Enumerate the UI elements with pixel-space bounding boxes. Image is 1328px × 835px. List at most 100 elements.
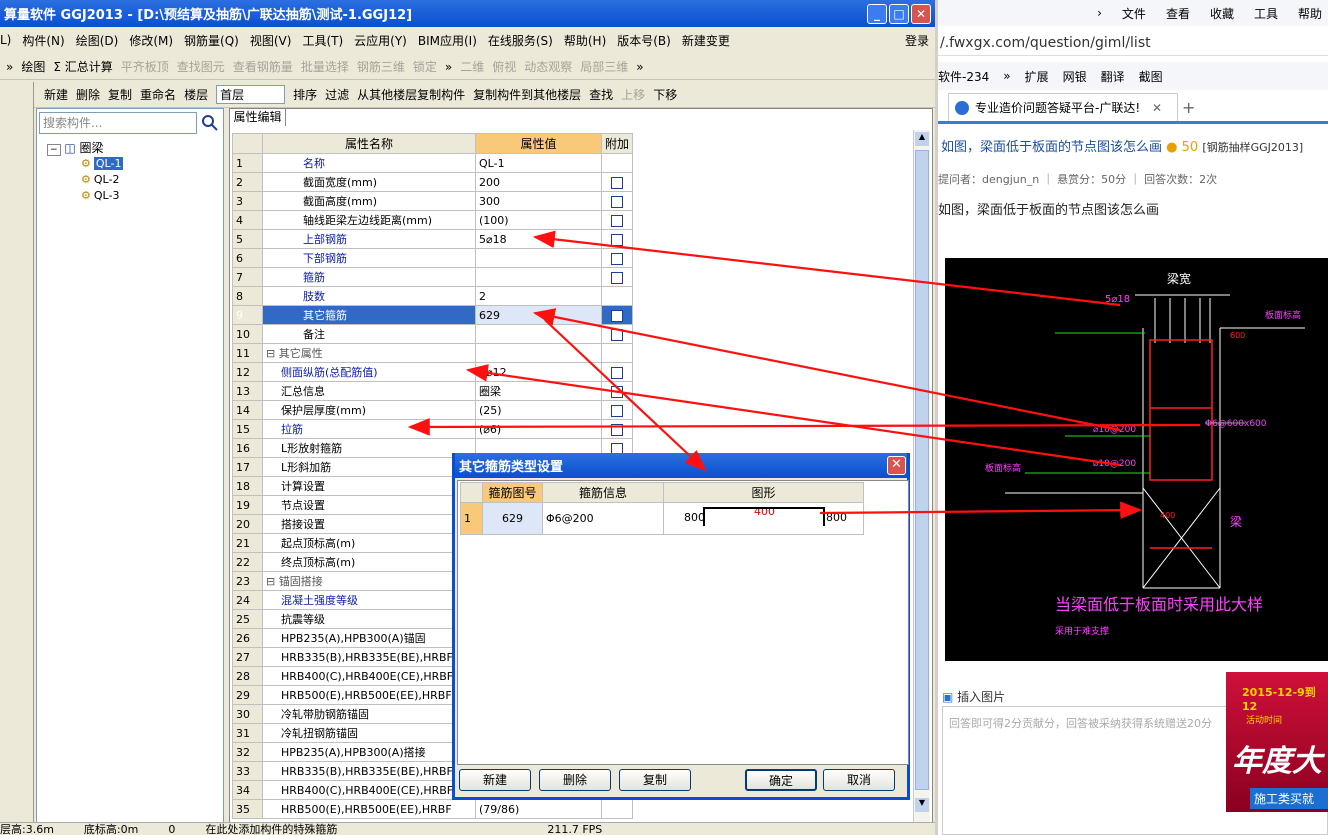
copy-button[interactable]: 复制 [619,769,691,791]
promo-banner[interactable]: 2015-12-9到12 活动时间 年度大 施工类买就 [1226,672,1328,812]
scroll-down-icon[interactable]: ▼ [915,798,929,812]
browser-toolbar-item[interactable]: 扩展 [1025,68,1049,85]
dialog-close-icon[interactable]: ✕ [887,456,906,475]
toolbar-button[interactable]: » [6,60,13,74]
property-row[interactable]: 7 箍筋 [232,267,633,287]
toolbar-button[interactable]: 动态观察 [524,58,572,75]
toolbar-button[interactable]: 从其他楼层复制构件 [357,86,465,103]
property-value[interactable]: (100) [475,210,602,230]
browser-toolbar-item[interactable]: 网银 [1063,68,1087,85]
property-value[interactable]: 200 [475,172,602,192]
property-value[interactable]: (25) [475,400,602,420]
tab-close-icon[interactable]: ✕ [1152,101,1162,115]
menu-item[interactable]: L) [0,33,11,47]
menu-item[interactable]: 帮助(H) [564,32,606,49]
toolbar-button[interactable]: » [445,60,452,74]
property-value[interactable]: QL-1 [475,153,602,173]
stirrup-row[interactable]: 1 629 Φ6@200 800 400 800 [460,502,864,535]
menu-item[interactable]: 修改(M) [129,32,173,49]
stirrup-shape[interactable]: 800 400 800 [663,502,864,535]
stirrup-info[interactable]: Φ6@200 [542,502,664,535]
extra-cell[interactable] [601,229,633,249]
cancel-button[interactable]: 取消 [823,769,895,791]
toolbar-button[interactable]: 查找 [589,86,613,103]
toolbar-button[interactable]: 绘图 [21,58,45,75]
property-row[interactable]: 15 拉筋 (⌀6) [232,419,633,439]
property-row[interactable]: 13 汇总信息 圈梁 [232,381,633,401]
extra-cell[interactable] [601,305,633,325]
checkbox[interactable] [611,404,623,417]
extra-cell[interactable] [601,362,633,382]
menu-item[interactable]: BIM应用(I) [418,32,477,49]
property-row[interactable]: 6 下部钢筋 [232,248,633,268]
toolbar-button[interactable]: 复制构件到其他楼层 [473,86,581,103]
search-icon[interactable] [199,112,221,134]
menu-item[interactable]: 版本号(B) [617,32,671,49]
property-row[interactable]: 11 ⊟ 其它属性 [232,343,633,363]
checkbox[interactable] [611,366,623,379]
maximize-button[interactable]: □ [889,4,909,24]
toolbar-button[interactable]: 过滤 [325,86,349,103]
extra-cell[interactable] [601,191,633,211]
scroll-up-icon[interactable]: ▲ [915,132,929,146]
toolbar-button[interactable]: 删除 [76,86,100,103]
new-tab-icon[interactable]: + [1182,98,1195,117]
browser-menu-item[interactable]: 查看 [1166,5,1190,22]
toolbar-button[interactable]: 批量选择 [301,58,349,75]
browser-toolbar-item[interactable]: » [1003,69,1010,83]
property-row[interactable]: 4 轴线距梁左边线距离(mm) (100) [232,210,633,230]
property-row[interactable]: 2 截面宽度(mm) 200 [232,172,633,192]
menu-item[interactable]: 绘图(D) [76,32,119,49]
tree-root[interactable]: − ◫ 圈梁 [47,139,104,156]
tree-item[interactable]: ⚙ QL-1 [81,156,124,172]
property-value[interactable] [475,343,602,363]
browser-toolbar-item[interactable]: 翻译 [1101,68,1125,85]
menu-item[interactable]: 登录 [905,32,929,49]
delete-button[interactable]: 删除 [539,769,611,791]
vertical-scrollbar[interactable]: ▲ ▼ [913,130,930,825]
menu-item[interactable]: 视图(V) [250,32,292,49]
toolbar-button[interactable]: » [636,60,643,74]
menu-item[interactable]: 构件(N) [22,32,64,49]
property-value[interactable] [475,267,602,287]
property-value[interactable]: 300 [475,191,602,211]
question-tag[interactable]: [钢筋抽样GGJ2013] [1202,141,1303,154]
browser-toolbar-item[interactable]: 截图 [1139,68,1163,85]
browser-menu-item[interactable]: 工具 [1254,5,1278,22]
browser-toolbar-item[interactable]: 软件-234 [938,68,989,85]
property-row[interactable]: 12 侧面纵筋(总配筋值) 8⌀12 [232,362,633,382]
nav-arrow-icon[interactable]: › [1097,6,1102,20]
minimize-button[interactable]: _ [867,4,887,24]
close-button[interactable]: ✕ [911,4,931,24]
checkbox[interactable] [611,233,623,246]
extra-cell[interactable] [601,400,633,420]
checkbox[interactable] [611,176,623,189]
checkbox[interactable] [611,309,623,322]
menu-item[interactable]: 新建变更 [682,32,730,49]
toolbar-button[interactable]: 重命名 [140,86,176,103]
browser-menu-item[interactable]: 文件 [1122,5,1146,22]
extra-cell[interactable] [601,324,633,344]
tree-item[interactable]: ⚙ QL-2 [81,172,123,188]
toolbar-button[interactable]: 楼层 [184,86,208,103]
property-value[interactable]: (⌀6) [475,419,602,439]
checkbox[interactable] [611,271,623,284]
extra-cell[interactable] [601,210,633,230]
extra-cell[interactable] [601,381,633,401]
toolbar-button[interactable]: Σ 汇总计算 [53,58,112,75]
property-value[interactable]: 2 [475,286,602,306]
toolbar-button[interactable]: 查找图元 [177,58,225,75]
browser-tab[interactable]: 专业造价问题答疑平台-广联达! ✕ [948,93,1178,122]
toolbar-button[interactable]: 排序 [293,86,317,103]
browser-menu-item[interactable]: 收藏 [1210,5,1234,22]
property-row[interactable]: 10 备注 [232,324,633,344]
property-row[interactable]: 8 肢数 2 [232,286,633,306]
property-value[interactable] [475,324,602,344]
property-value[interactable]: 圈梁 [475,381,602,401]
tab-property-edit[interactable]: 属性编辑 [229,108,286,126]
scroll-thumb[interactable] [915,150,929,790]
toolbar-button[interactable]: 复制 [108,86,132,103]
property-row[interactable]: 35 HRB500(E),HRB500E(EE),HRBF (79/86) [232,799,633,819]
toolbar-button[interactable]: 钢筋三维 [357,58,405,75]
property-value[interactable]: 629 [475,305,602,325]
